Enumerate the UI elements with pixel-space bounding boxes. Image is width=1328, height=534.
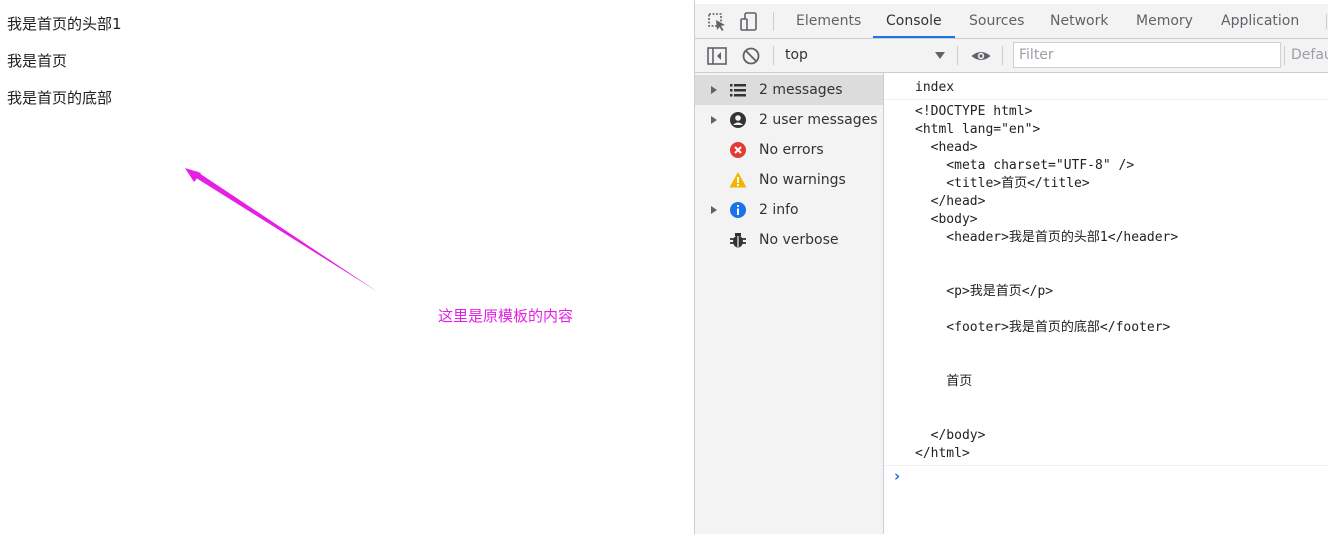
tab-sources[interactable]: Sources [969, 4, 1024, 38]
code-line: <p>我是首页</p> [915, 284, 1054, 299]
annotation-arrow [185, 168, 378, 292]
sidebar-item-verbose[interactable]: No verbose [695, 225, 883, 255]
toolbar-separator [1002, 46, 1003, 65]
eye-icon[interactable] [970, 45, 992, 67]
tab-network[interactable]: Network [1050, 4, 1108, 38]
sidebar-item-label: 2 messages [759, 82, 843, 98]
code-line: </head> [915, 194, 986, 209]
page-viewport: 我是首页的头部1 我是首页 我是首页的底部 这里是原模板的内容 [0, 0, 694, 534]
console-sidebar: 2 messages 2 user messages No errors No … [695, 73, 884, 534]
console-message-text: index [915, 80, 955, 95]
toolbar-separator [957, 46, 958, 65]
devtools-tabbar: Elements Console Sources Network Memory … [695, 4, 1328, 39]
tab-application[interactable]: Application [1221, 4, 1299, 38]
code-line: <html lang="en"> [915, 122, 1041, 137]
sidebar-item-label: 2 info [759, 202, 799, 218]
error-icon [730, 142, 746, 158]
expand-arrow-icon[interactable] [711, 206, 717, 214]
expand-arrow-icon[interactable] [711, 86, 717, 94]
code-line: <head> [915, 140, 978, 155]
context-selector[interactable]: top [785, 39, 808, 72]
device-toolbar-icon[interactable] [738, 11, 760, 33]
expand-arrow-icon[interactable] [711, 116, 717, 124]
console-message: index [884, 73, 1328, 100]
sidebar-item-label: No warnings [759, 172, 846, 188]
devtools-panel: Elements Console Sources Network Memory … [694, 0, 1328, 534]
inspect-element-icon[interactable] [706, 11, 728, 33]
list-icon [730, 84, 746, 97]
sidebar-item-label: No verbose [759, 232, 839, 248]
code-line: <header>我是首页的头部1</header> [915, 230, 1179, 245]
console-prompt[interactable]: › [894, 467, 900, 485]
console-output: index <!DOCTYPE html> <html lang="en"> <… [884, 73, 1328, 534]
sidebar-toggle-icon[interactable] [706, 45, 728, 67]
tab-memory[interactable]: Memory [1136, 4, 1193, 38]
code-line: 首页 [915, 374, 973, 389]
bug-icon [730, 233, 746, 248]
code-line: <title>首页</title> [915, 176, 1090, 191]
toolbar-separator [773, 46, 774, 65]
tab-console[interactable]: Console [873, 4, 955, 38]
sidebar-item-messages[interactable]: 2 messages [695, 75, 883, 105]
sidebar-item-errors[interactable]: No errors [695, 135, 883, 165]
code-line: <body> [915, 212, 978, 227]
filter-input[interactable] [1013, 42, 1281, 68]
clear-console-icon[interactable] [740, 45, 762, 67]
warning-icon [729, 172, 747, 188]
sidebar-item-info[interactable]: 2 info [695, 195, 883, 225]
tab-elements[interactable]: Elements [796, 4, 861, 38]
tabbar-separator [773, 12, 774, 31]
sidebar-item-label: No errors [759, 142, 824, 158]
tabbar-overflow-marker [1326, 14, 1327, 29]
annotation-label: 这里是原模板的内容 [438, 307, 574, 325]
code-line: </html> [915, 446, 970, 461]
info-icon [730, 202, 746, 218]
sidebar-item-user-messages[interactable]: 2 user messages [695, 105, 883, 135]
log-levels-dropdown[interactable]: Defau [1291, 39, 1328, 72]
chevron-down-icon[interactable] [935, 52, 945, 59]
toolbar-separator [1284, 46, 1285, 65]
console-message-html: <!DOCTYPE html> <html lang="en"> <head> … [884, 100, 1328, 466]
code-line: <footer>我是首页的底部</footer> [915, 320, 1171, 335]
code-line: <meta charset="UTF-8" /> [915, 158, 1135, 173]
user-icon [730, 112, 746, 128]
sidebar-item-label: 2 user messages [759, 112, 878, 128]
sidebar-item-warnings[interactable]: No warnings [695, 165, 883, 195]
code-line: </body> [915, 428, 986, 443]
code-line: <!DOCTYPE html> [915, 104, 1033, 119]
console-toolbar: top Defau [695, 39, 1328, 73]
